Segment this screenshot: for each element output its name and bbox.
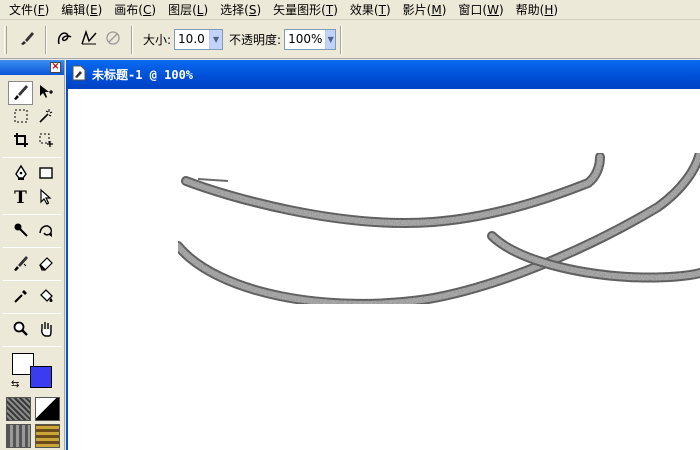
pattern-swatch-texture[interactable] [6,397,31,421]
tools-divider [3,214,61,215]
document-title: 未标题-1 @ 100% [92,68,194,82]
document-icon [72,65,86,84]
hand-icon [37,320,55,341]
opacity-label: 不透明度: [229,33,282,47]
pattern-swatch-plaid[interactable] [35,424,60,448]
tool-eyedropper[interactable] [8,285,33,309]
tool-pointer[interactable] [33,186,58,210]
paint-bucket-icon [37,287,55,308]
menu-vector[interactable]: 矢量图形(T) [267,1,344,19]
menu-window[interactable]: 窗口(W) [452,1,509,19]
tool-subselect[interactable] [33,81,58,105]
size-label: 大小: [143,33,172,47]
toolbar-separator [340,25,343,54]
pattern-swatches [0,397,64,421]
tools-divider [3,157,61,158]
tool-zoom[interactable] [8,318,33,342]
brush-tool-option-button[interactable] [15,28,39,52]
canvas[interactable] [66,89,700,450]
disabled-option-button[interactable] [101,28,125,52]
menu-select[interactable]: 选择(S) [214,1,267,19]
chevron-down-icon[interactable]: ▼ [209,30,223,49]
angle-line-icon [79,28,99,51]
eraser-icon [37,254,55,275]
swap-colors-icon[interactable]: ⇆ [11,379,19,390]
crop-icon [12,131,30,152]
freeform-mode-button[interactable] [53,28,77,52]
brush-icon [12,83,30,104]
menu-effects[interactable]: 效果(T) [344,1,397,19]
magnifier-icon [12,320,30,341]
brush-icon [18,29,36,50]
tool-blur[interactable] [8,219,33,243]
menu-help[interactable]: 帮助(H) [510,1,564,19]
paintbrush-icon [12,254,30,275]
menu-layer[interactable]: 图层(L) [162,1,214,19]
opacity-value[interactable]: 100% [285,30,325,49]
opacity-combo[interactable]: 100% ▼ [284,29,337,50]
angled-line-mode-button[interactable] [77,28,101,52]
stroke-color-swatch[interactable] [30,366,52,388]
tools-divider [3,280,61,281]
pattern-swatch-checker[interactable] [6,424,31,448]
options-bar: 大小: 10.0 ▼ 不透明度: 100% ▼ [0,21,700,59]
blur-icon [12,221,30,242]
menu-bar: 文件(F) 编辑(E) 画布(C) 图层(L) 选择(S) 矢量图形(T) 效果… [0,0,700,20]
branch-strokes [173,148,700,309]
menu-canvas[interactable]: 画布(C) [108,1,162,19]
tool-pen[interactable] [8,162,33,186]
tools-panel-titlebar[interactable]: × [0,60,64,75]
subselect-arrow-icon [37,83,55,104]
freeform-icon [37,221,55,242]
document-window: 未标题-1 @ 100% [66,60,700,450]
tool-magic-wand[interactable] [33,105,58,129]
chevron-down-icon[interactable]: ▼ [325,30,336,49]
pattern-swatches-row2 [0,424,64,448]
pen-icon [12,164,30,185]
pattern-swatch-mask[interactable] [35,397,60,421]
tool-paint-bucket[interactable] [33,285,58,309]
menu-edit[interactable]: 编辑(E) [55,1,108,19]
tool-crop[interactable] [8,129,33,153]
tool-freeform[interactable] [33,219,58,243]
pointer-arrow-icon [37,188,55,209]
text-tool-icon: T [14,188,27,208]
color-swatches: ⇆ [0,353,64,395]
size-value[interactable]: 10.0 [175,30,209,49]
menu-file[interactable]: 文件(F) [3,1,55,19]
tool-brush[interactable] [8,81,33,105]
magic-wand-icon [37,107,55,128]
size-combo[interactable]: 10.0 ▼ [174,29,224,50]
eyedropper-icon [12,287,30,308]
tool-hand[interactable] [33,318,58,342]
tools-divider [3,346,61,347]
marquee-icon [12,107,30,128]
tool-eraser[interactable] [33,252,58,276]
menu-movie[interactable]: 影片(M) [397,1,453,19]
branch-stroke-upper [181,152,605,228]
brush-stroke-disabled-icon [103,28,123,51]
document-titlebar[interactable]: 未标题-1 @ 100% [66,60,700,89]
freeform-curve-icon [55,28,75,51]
rectangle-icon [37,164,55,185]
tools-panel: × T ⇆ [0,60,65,450]
tool-marquee[interactable] [8,105,33,129]
toolbar-grip[interactable] [4,25,7,54]
tools-divider [3,247,61,248]
tool-slice[interactable] [33,129,58,153]
slice-icon [37,131,55,152]
tool-paintbrush[interactable] [8,252,33,276]
toolbar-separator [131,25,133,54]
close-icon[interactable]: × [50,62,61,73]
tool-text[interactable]: T [8,186,33,210]
toolbar-separator [45,25,47,54]
tool-rectangle[interactable] [33,162,58,186]
tools-divider [3,313,61,314]
